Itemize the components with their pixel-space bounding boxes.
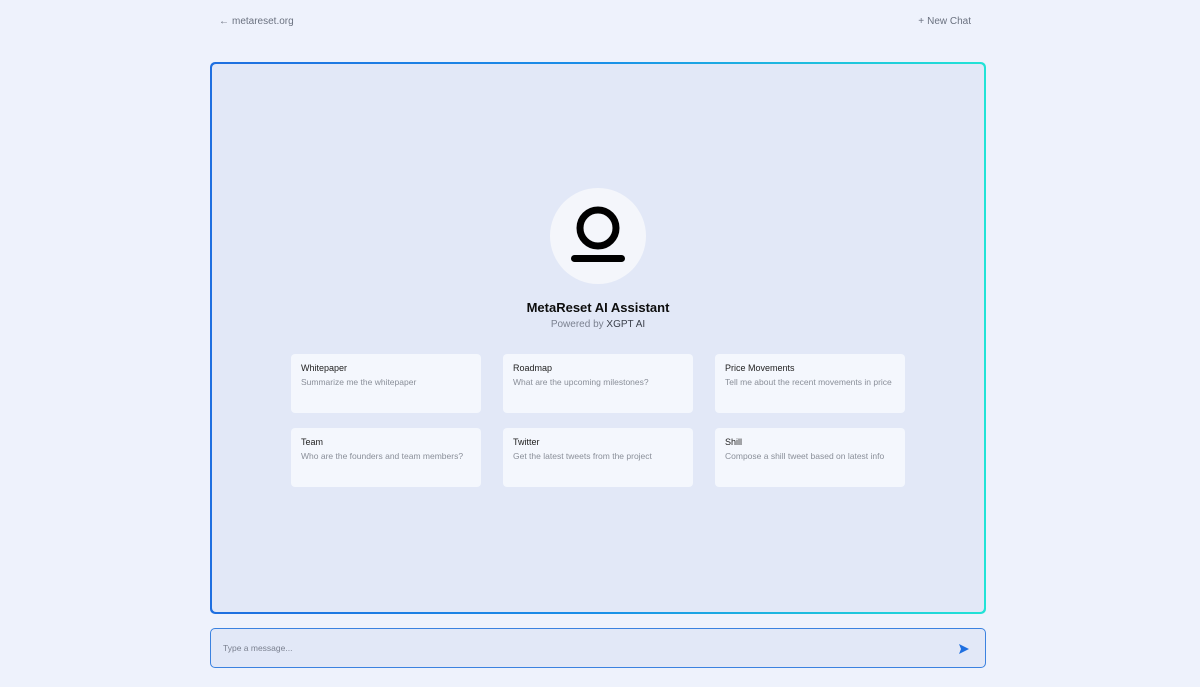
suggestion-card-shill[interactable]: Shill Compose a shill tweet based on lat… [715,428,905,487]
suggestion-desc: Get the latest tweets from the project [513,451,652,461]
assistant-title: MetaReset AI Assistant [526,300,670,315]
suggestion-title: Shill [725,437,743,447]
send-icon[interactable] [957,642,971,656]
back-to-site-link[interactable]: ← metareset.org [219,16,294,27]
suggestion-card-price-movements[interactable]: Price Movements Tell me about the recent… [715,354,905,413]
assistant-avatar [550,188,646,284]
new-chat-label: New Chat [927,16,971,27]
suggestion-title: Team [301,437,324,447]
chat-panel: MetaReset AI Assistant Powered by XGPT A… [212,64,984,612]
suggestion-desc: What are the upcoming milestones? [513,377,649,387]
suggestion-title: Whitepaper [301,363,348,373]
new-chat-button[interactable]: + New Chat [918,16,971,27]
top-bar: ← metareset.org + New Chat [0,0,1200,46]
powered-prefix: Powered by [550,319,604,330]
suggestion-grid: Whitepaper Summarize me the whitepaper R… [291,354,905,487]
metareset-logo-icon [571,206,625,262]
suggestion-desc: Tell me about the recent movements in pr… [725,377,892,387]
message-composer [210,628,986,668]
suggestion-title: Roadmap [513,363,553,373]
suggestion-desc: Who are the founders and team members? [301,451,464,461]
suggestion-card-roadmap[interactable]: Roadmap What are the upcoming milestones… [503,354,693,413]
powered-brand: XGPT AI [606,319,646,330]
back-link-label: metareset.org [232,16,294,27]
message-input[interactable] [223,629,943,667]
plus-icon: + [918,16,925,27]
suggestion-card-whitepaper[interactable]: Whitepaper Summarize me the whitepaper [291,354,481,413]
chat-panel-frame: MetaReset AI Assistant Powered by XGPT A… [210,62,986,614]
back-arrow-icon: ← [219,16,229,27]
suggestion-desc: Compose a shill tweet based on latest in… [725,451,885,461]
powered-by: Powered by XGPT AI [212,319,984,330]
suggestion-title: Twitter [513,437,540,447]
suggestion-card-team[interactable]: Team Who are the founders and team membe… [291,428,481,487]
suggestion-desc: Summarize me the whitepaper [301,377,417,387]
suggestion-card-twitter[interactable]: Twitter Get the latest tweets from the p… [503,428,693,487]
suggestion-title: Price Movements [725,363,795,373]
